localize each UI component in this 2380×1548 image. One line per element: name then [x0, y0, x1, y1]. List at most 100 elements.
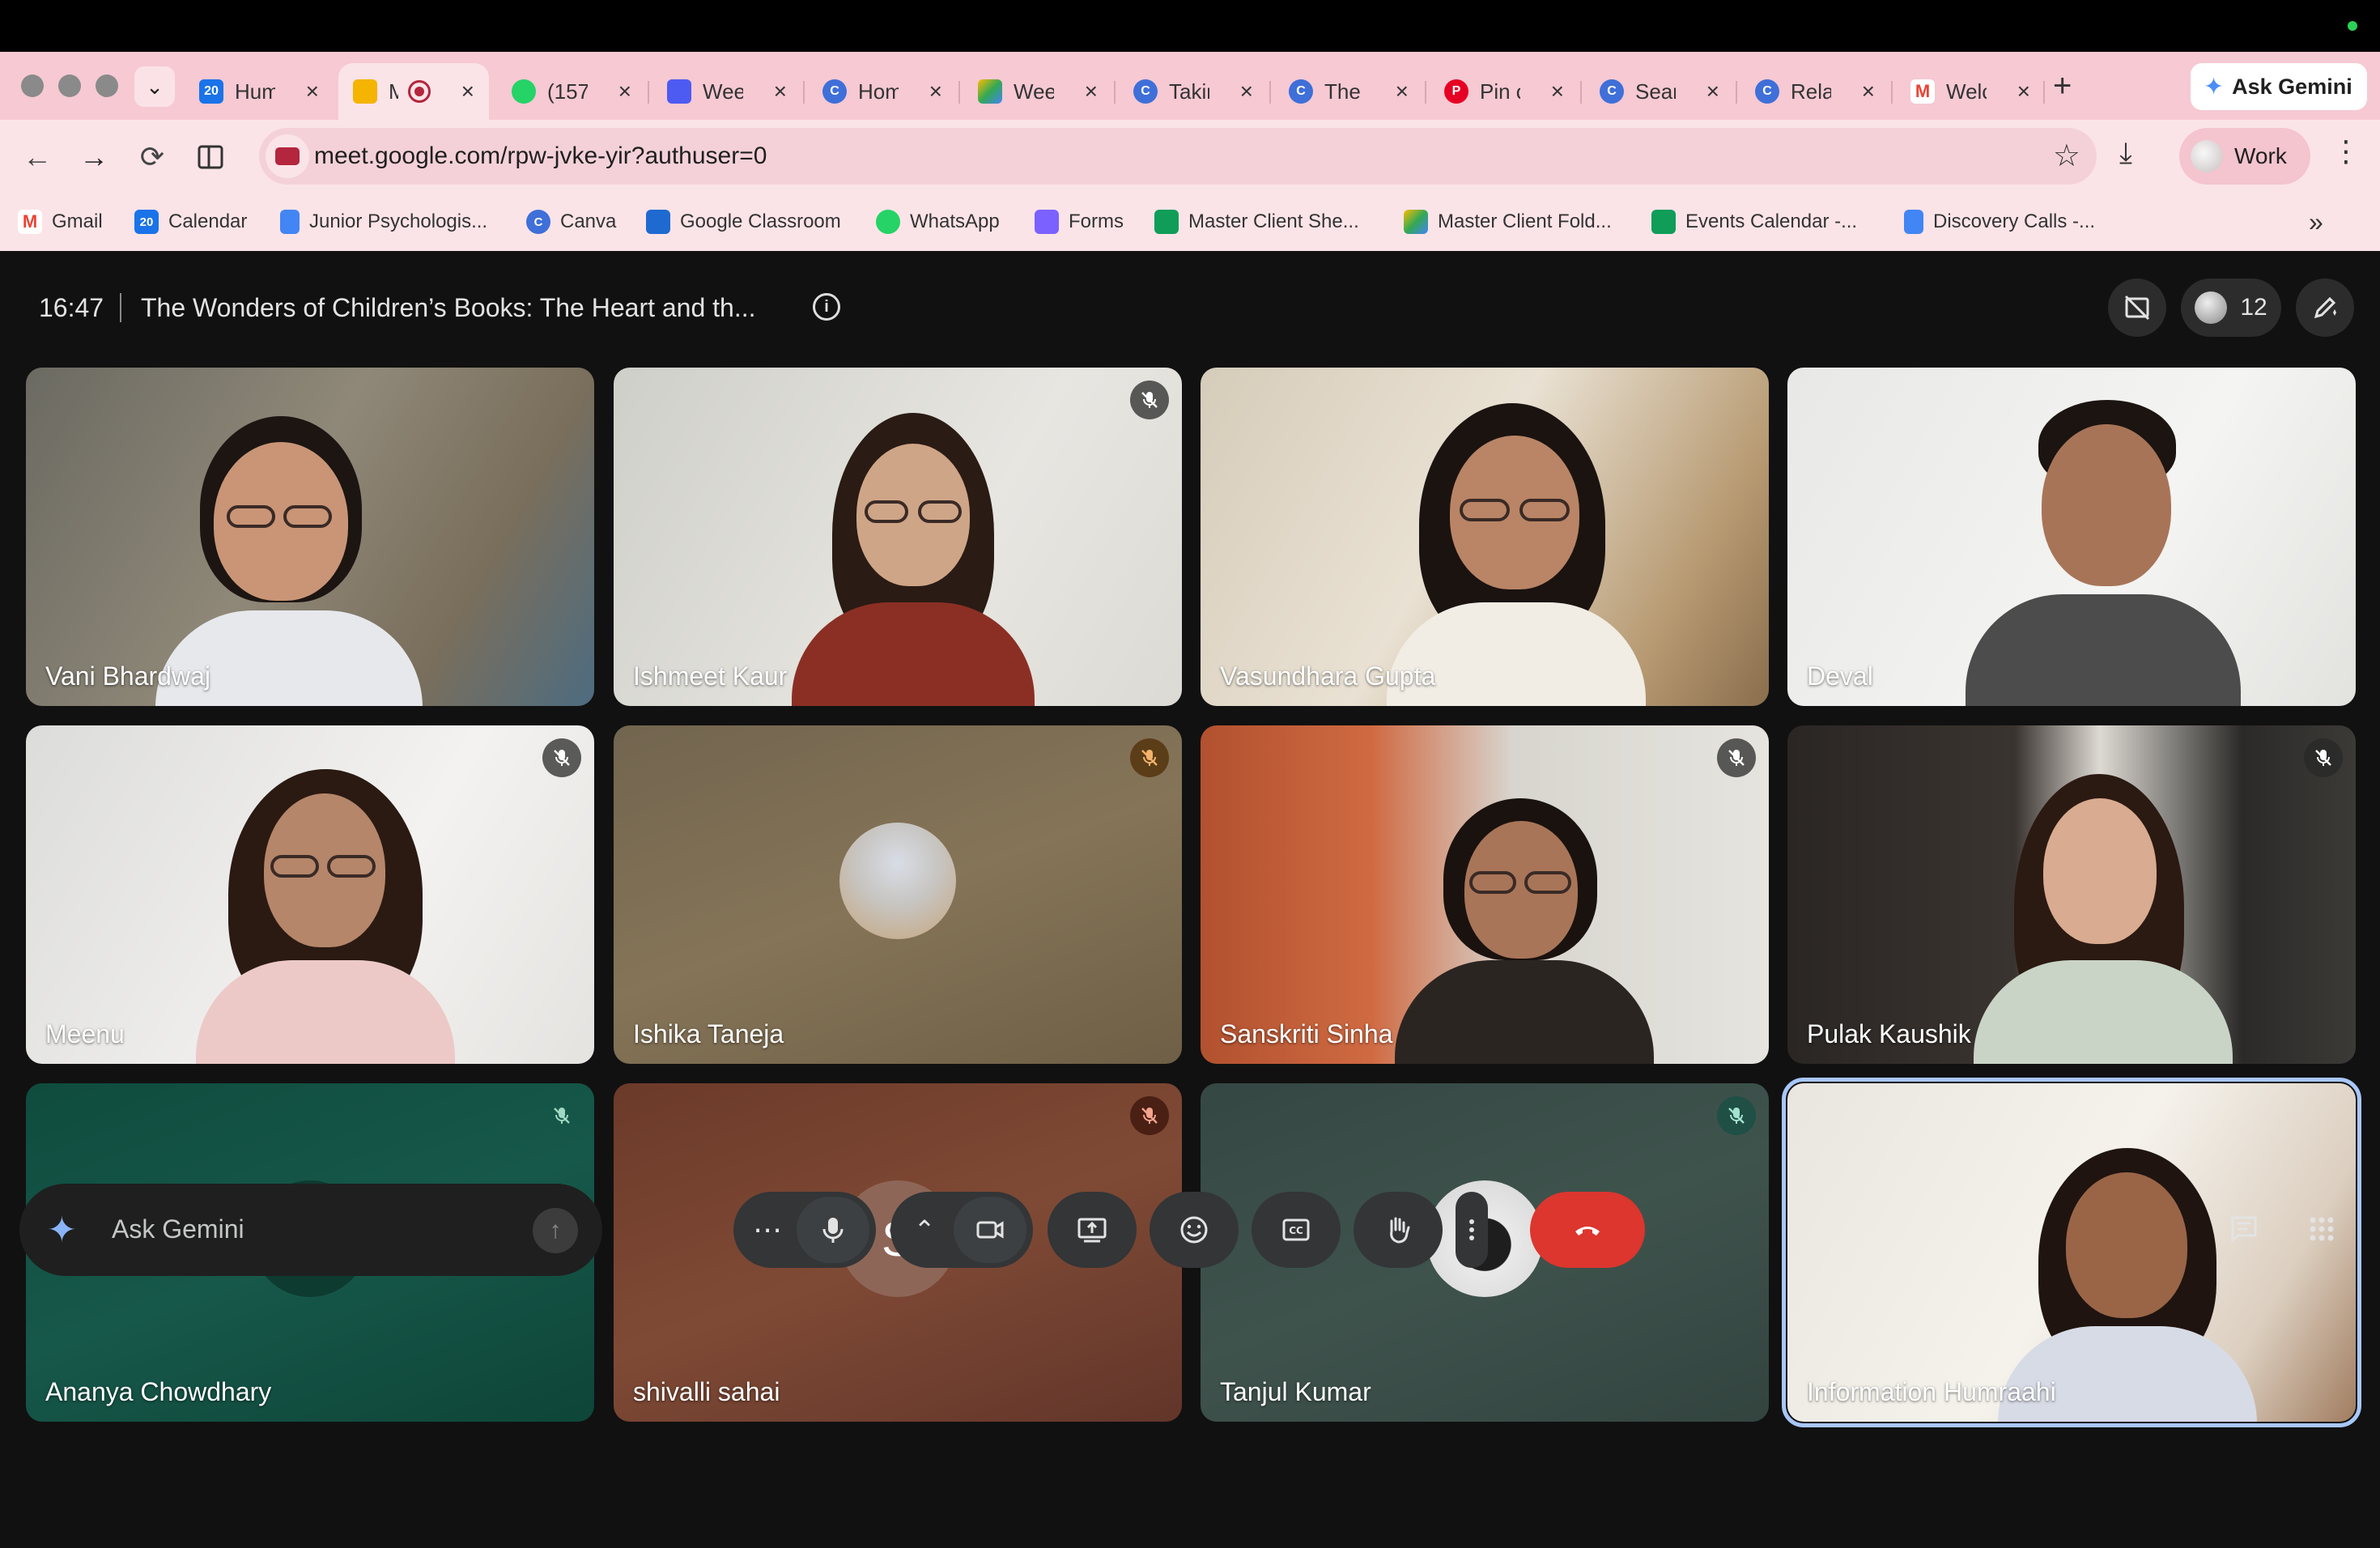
participant-tile[interactable]: Sanskriti Sinha [1201, 725, 1769, 1064]
browser-tab[interactable]: C Hom × [808, 63, 957, 120]
sheets-icon [1651, 210, 1676, 234]
video-options-chevron-up-icon[interactable]: ⌃ [895, 1197, 954, 1263]
tab-close-icon[interactable]: × [306, 79, 319, 104]
participant-tile[interactable]: Meenu [26, 725, 594, 1064]
activities-button[interactable] [2296, 1203, 2348, 1255]
tab-separator [1891, 81, 1893, 104]
bookmark-item[interactable]: WhatsApp [876, 206, 1000, 238]
end-call-icon [1575, 1227, 1600, 1235]
participant-tile[interactable]: Vani Bhardwaj [26, 368, 594, 706]
tab-close-icon[interactable]: × [1551, 79, 1564, 104]
tab-close-icon[interactable]: × [929, 79, 942, 104]
meet-site-icon[interactable] [266, 134, 309, 178]
participant-tile[interactable]: Pulak Kaushik [1787, 725, 2356, 1064]
participant-video [1949, 400, 2257, 706]
browser-tab[interactable]: C The × [1274, 63, 1423, 120]
browser-tab[interactable]: P Pin c × [1430, 63, 1579, 120]
os-menu-bar [0, 0, 2380, 52]
meeting-info-icon[interactable]: i [813, 293, 840, 321]
reload-icon[interactable]: ⟳ [128, 133, 176, 181]
tab-close-icon[interactable]: × [1862, 79, 1875, 104]
gemini-sparkle-icon: ✦ [2204, 73, 2225, 100]
microphone-button[interactable] [797, 1197, 869, 1263]
participants-button[interactable]: 12 [2181, 279, 2281, 337]
tab-close-icon[interactable]: × [461, 79, 474, 104]
drive-icon [1404, 210, 1428, 234]
tab-close-icon[interactable]: × [1240, 79, 1253, 104]
video-camera-icon [976, 1221, 1004, 1239]
audio-options-dots-icon[interactable]: ⋯ [738, 1197, 797, 1263]
bookmark-item[interactable]: Discovery Calls -... [1904, 206, 2095, 238]
classroom-icon [646, 210, 670, 234]
browser-menu-icon[interactable]: ⋮ [2331, 134, 2361, 168]
browser-tab[interactable]: 20 Hum × [185, 63, 334, 120]
tab-close-icon[interactable]: × [618, 79, 631, 104]
camera-button[interactable] [954, 1197, 1026, 1263]
apps-grid-icon [2310, 1217, 2334, 1241]
microphone-icon [822, 1218, 844, 1243]
participant-tile[interactable]: Ishika Taneja [614, 725, 1182, 1064]
tab-close-icon[interactable]: × [1706, 79, 1719, 104]
address-bar[interactable]: meet.google.com/rpw-jvke-yir?authuser=0 … [259, 128, 2097, 185]
bookmark-item[interactable]: C Canva [526, 206, 616, 238]
bookmarks-bar: M Gmail 20 Calendar Junior Psychologis..… [0, 194, 2380, 251]
new-tab-plus-icon[interactable]: + [2053, 68, 2072, 104]
canva-icon: C [1133, 79, 1158, 104]
browser-tab[interactable]: C Rela × [1740, 63, 1889, 120]
participant-tile[interactable]: Deval [1787, 368, 2356, 706]
more-bookmarks-chevron-icon[interactable]: » [2309, 207, 2323, 237]
browser-chrome: ⌄ 20 Hum × M × (157 × Wee × C Hom × Wee … [0, 52, 2380, 251]
tab-separator [1736, 81, 1737, 104]
bookmark-item[interactable]: Master Client Fold... [1404, 206, 1612, 238]
captions-button[interactable]: CC [1252, 1192, 1341, 1268]
present-screen-button[interactable] [1048, 1192, 1137, 1268]
send-arrow-icon[interactable]: ↑ [533, 1208, 578, 1253]
ask-gemini-input[interactable]: ✦ Ask Gemini ↑ [19, 1184, 602, 1276]
browser-tab[interactable]: M Welc × [1896, 63, 2045, 120]
bookmark-star-icon[interactable]: ☆ [2053, 138, 2080, 174]
browser-tab[interactable]: Wee × [963, 63, 1112, 120]
browser-tab-active[interactable]: M × [338, 63, 489, 120]
participant-tile[interactable]: Ishmeet Kaur [614, 368, 1182, 706]
bookmark-item[interactable]: Forms [1035, 206, 1124, 238]
more-vert-icon [1469, 1219, 1474, 1240]
muted-mic-icon [542, 1096, 581, 1135]
browser-tab[interactable]: C Sear × [1585, 63, 1734, 120]
window-minimize-button[interactable] [58, 74, 81, 97]
host-controls-button[interactable] [2296, 279, 2354, 337]
leave-call-button[interactable] [1530, 1192, 1645, 1268]
bookmark-item[interactable]: Events Calendar -... [1651, 206, 1857, 238]
bookmark-item[interactable]: 20 Calendar [134, 206, 247, 238]
tab-search-chevron-down-icon[interactable]: ⌄ [134, 66, 175, 107]
browser-tab[interactable]: C Takir × [1119, 63, 1268, 120]
browser-tab[interactable]: Wee × [652, 63, 801, 120]
forward-arrow-icon[interactable]: → [70, 133, 118, 181]
ask-gemini-button[interactable]: ✦ Ask Gemini [2191, 63, 2367, 110]
grid-off-icon [2124, 295, 2150, 321]
canva-icon: C [822, 79, 847, 104]
window-close-button[interactable] [21, 74, 44, 97]
canva-icon: C [1755, 79, 1779, 104]
back-arrow-icon[interactable]: ← [13, 133, 62, 181]
participant-tile[interactable]: Vasundhara Gupta [1201, 368, 1769, 706]
window-zoom-button[interactable] [96, 74, 118, 97]
tab-close-icon[interactable]: × [774, 79, 787, 104]
chat-button[interactable] [2218, 1203, 2270, 1255]
browser-tab[interactable]: (157 × [497, 63, 646, 120]
tab-close-icon[interactable]: × [2017, 79, 2030, 104]
raise-hand-button[interactable] [1354, 1192, 1443, 1268]
bookmark-item[interactable]: M Gmail [18, 206, 103, 238]
tab-close-icon[interactable]: × [1085, 79, 1098, 104]
participant-tile-speaking[interactable]: Information Humraahi [1782, 1078, 2361, 1427]
bookmark-item[interactable]: Master Client She... [1154, 206, 1359, 238]
bookmark-item[interactable]: Google Classroom [646, 206, 841, 238]
layout-off-button[interactable] [2108, 279, 2166, 337]
reactions-button[interactable] [1150, 1192, 1239, 1268]
profile-button[interactable]: Work [2179, 128, 2310, 185]
split-view-icon[interactable] [186, 133, 235, 181]
download-icon[interactable]: ⤓ [2119, 136, 2132, 171]
bookmark-item[interactable]: Junior Psychologis... [280, 206, 487, 238]
tab-close-icon[interactable]: × [1396, 79, 1409, 104]
chat-icon [2231, 1216, 2257, 1244]
more-options-button[interactable] [1456, 1192, 1488, 1268]
